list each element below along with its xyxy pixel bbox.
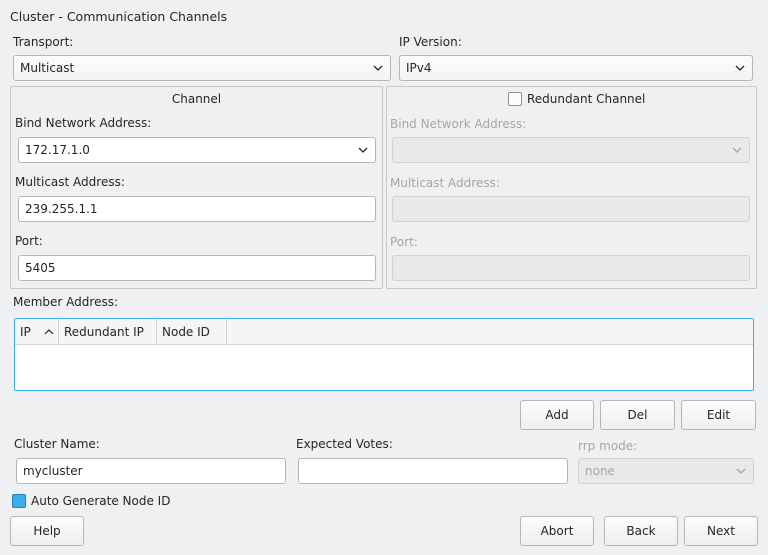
add-button[interactable]: Add xyxy=(520,400,594,430)
chevron-down-icon xyxy=(373,65,383,71)
auto-generate-node-id-checkbox[interactable] xyxy=(12,494,26,508)
rrp-mode-combo[interactable]: none xyxy=(578,458,754,484)
port-label: Port: xyxy=(15,234,43,248)
table-header-filler xyxy=(227,319,753,345)
help-button[interactable]: Help xyxy=(10,516,84,546)
redundant-channel-title: Redundant Channel xyxy=(527,92,646,106)
chevron-down-icon xyxy=(358,147,368,153)
transport-combo[interactable]: Multicast xyxy=(13,55,391,81)
member-address-table[interactable]: IP Redundant IP Node ID xyxy=(14,318,754,391)
expected-votes-label: Expected Votes: xyxy=(296,437,393,451)
redundant-channel-checkbox[interactable] xyxy=(508,92,522,106)
multicast-address-field[interactable]: 239.255.1.1 xyxy=(18,196,376,222)
redundant-multicast-address-label: Multicast Address: xyxy=(390,176,500,190)
back-button[interactable]: Back xyxy=(604,516,678,546)
rrp-mode-label: rrp mode: xyxy=(578,439,638,453)
expected-votes-field[interactable] xyxy=(298,458,568,484)
sort-ascending-icon xyxy=(44,329,54,335)
bind-network-address-combo[interactable]: 172.17.1.0 xyxy=(18,137,376,163)
multicast-address-label: Multicast Address: xyxy=(15,175,125,189)
channel-title: Channel xyxy=(171,92,222,106)
cluster-name-label: Cluster Name: xyxy=(14,437,100,451)
chevron-down-icon xyxy=(736,468,746,474)
column-header-ip[interactable]: IP xyxy=(15,319,59,345)
bind-network-address-label: Bind Network Address: xyxy=(15,116,152,130)
redundant-port-label: Port: xyxy=(390,235,418,249)
ip-version-combo[interactable]: IPv4 xyxy=(399,55,753,81)
window-title: Cluster - Communication Channels xyxy=(10,9,228,24)
chevron-down-icon xyxy=(732,147,742,153)
cluster-name-field[interactable]: mycluster xyxy=(16,458,286,484)
port-field[interactable]: 5405 xyxy=(18,255,376,281)
edit-button[interactable]: Edit xyxy=(681,400,756,430)
column-header-redundant-ip[interactable]: Redundant IP xyxy=(59,319,157,345)
transport-label: Transport: xyxy=(13,35,74,49)
rrp-mode-value: none xyxy=(585,464,615,478)
member-address-label: Member Address: xyxy=(13,295,119,309)
next-button[interactable]: Next xyxy=(684,516,758,546)
auto-generate-node-id-label: Auto Generate Node ID xyxy=(31,494,171,508)
column-ip-label: IP xyxy=(20,325,31,339)
redundant-port-field[interactable] xyxy=(392,255,750,281)
ip-version-value: IPv4 xyxy=(406,61,432,75)
redundant-bind-network-address-label: Bind Network Address: xyxy=(390,117,527,131)
del-button[interactable]: Del xyxy=(600,400,675,430)
chevron-down-icon xyxy=(735,65,745,71)
ip-version-label: IP Version: xyxy=(399,35,462,49)
redundant-multicast-address-field[interactable] xyxy=(392,196,750,222)
abort-button[interactable]: Abort xyxy=(520,516,594,546)
column-header-node-id[interactable]: Node ID xyxy=(157,319,227,345)
transport-value: Multicast xyxy=(20,61,75,75)
bind-network-address-value: 172.17.1.0 xyxy=(25,143,90,157)
redundant-bind-network-address-combo[interactable] xyxy=(392,137,750,163)
